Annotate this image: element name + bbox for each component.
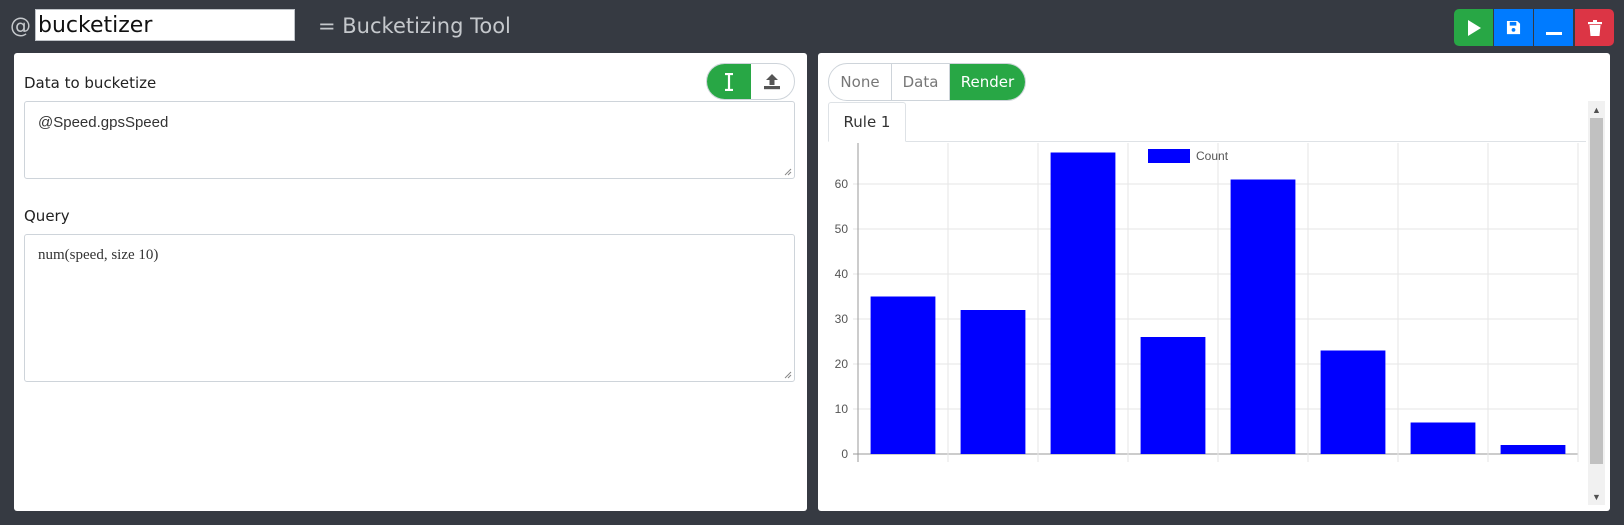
chart-bar — [1230, 179, 1296, 454]
data-textarea[interactable]: @Speed.gpsSpeed — [24, 101, 795, 179]
data-textarea-value: @Speed.gpsSpeed — [38, 114, 169, 131]
data-label: Data to bucketize — [24, 74, 157, 92]
minimize-icon — [1545, 31, 1562, 35]
query-label: Query — [24, 207, 70, 225]
scrollbar-thumb[interactable] — [1590, 118, 1603, 464]
scroll-down-icon[interactable]: ▼ — [1588, 488, 1605, 505]
resize-grip-icon — [784, 168, 792, 176]
legend-swatch — [1148, 149, 1190, 163]
tab-render[interactable]: Render — [950, 64, 1025, 100]
legend-label: Count — [1196, 149, 1229, 163]
y-tick-label: 0 — [841, 447, 848, 461]
save-button[interactable] — [1494, 9, 1533, 46]
tab-data[interactable]: Data — [892, 64, 950, 100]
query-textarea[interactable]: num(speed, size 10) — [24, 234, 795, 382]
query-textarea-value: num(speed, size 10) — [38, 247, 159, 263]
bar-chart: 0 10 20 30 40 50 60 70 Count — [835, 143, 1579, 462]
delete-button[interactable] — [1575, 9, 1614, 46]
tool-name-input[interactable] — [35, 9, 295, 41]
y-tick-label: 10 — [835, 402, 849, 416]
top-bar: @ = Bucketizing Tool — [0, 0, 1624, 52]
vertical-scrollbar[interactable]: ▲ ▼ — [1588, 101, 1605, 505]
tab-rule-1[interactable]: Rule 1 — [828, 102, 906, 142]
floppy-disk-icon — [1506, 20, 1521, 35]
y-tick-label: 20 — [835, 357, 849, 371]
minimize-button[interactable] — [1534, 9, 1573, 46]
rule-tabs-line — [828, 141, 1586, 142]
at-symbol: @ — [10, 14, 31, 38]
y-tick-label: 60 — [835, 177, 849, 191]
chart-bar — [1410, 422, 1476, 454]
chart-bar — [960, 310, 1026, 454]
tab-none[interactable]: None — [829, 64, 892, 100]
trash-icon — [1587, 19, 1602, 36]
view-mode-tabs: None Data Render — [828, 63, 1026, 101]
play-icon — [1467, 19, 1481, 36]
text-mode-button[interactable] — [707, 64, 751, 99]
left-panel: Data to bucketize @Speed.gpsSpeed Query … — [14, 53, 807, 511]
chart-bar — [870, 296, 936, 454]
text-cursor-icon — [724, 72, 733, 91]
upload-mode-button[interactable] — [751, 64, 795, 99]
right-panel: None Data Render Rule 1 0 10 20 30 40 50 60 70 C… — [818, 53, 1610, 511]
y-tick-label: 40 — [835, 267, 849, 281]
chart-bar — [1050, 152, 1116, 454]
input-mode-toggle — [706, 63, 795, 100]
y-tick-label: 70 — [835, 143, 849, 146]
y-tick-label: 50 — [835, 222, 849, 236]
tool-title: = Bucketizing Tool — [318, 14, 511, 38]
upload-icon — [764, 74, 781, 90]
chart-bar — [1500, 445, 1566, 454]
run-button[interactable] — [1454, 9, 1493, 46]
chart-bar — [1140, 337, 1206, 454]
resize-grip-icon — [784, 371, 792, 379]
chart-bar — [1320, 350, 1386, 454]
scroll-up-icon[interactable]: ▲ — [1588, 101, 1605, 118]
y-tick-label: 30 — [835, 312, 849, 326]
